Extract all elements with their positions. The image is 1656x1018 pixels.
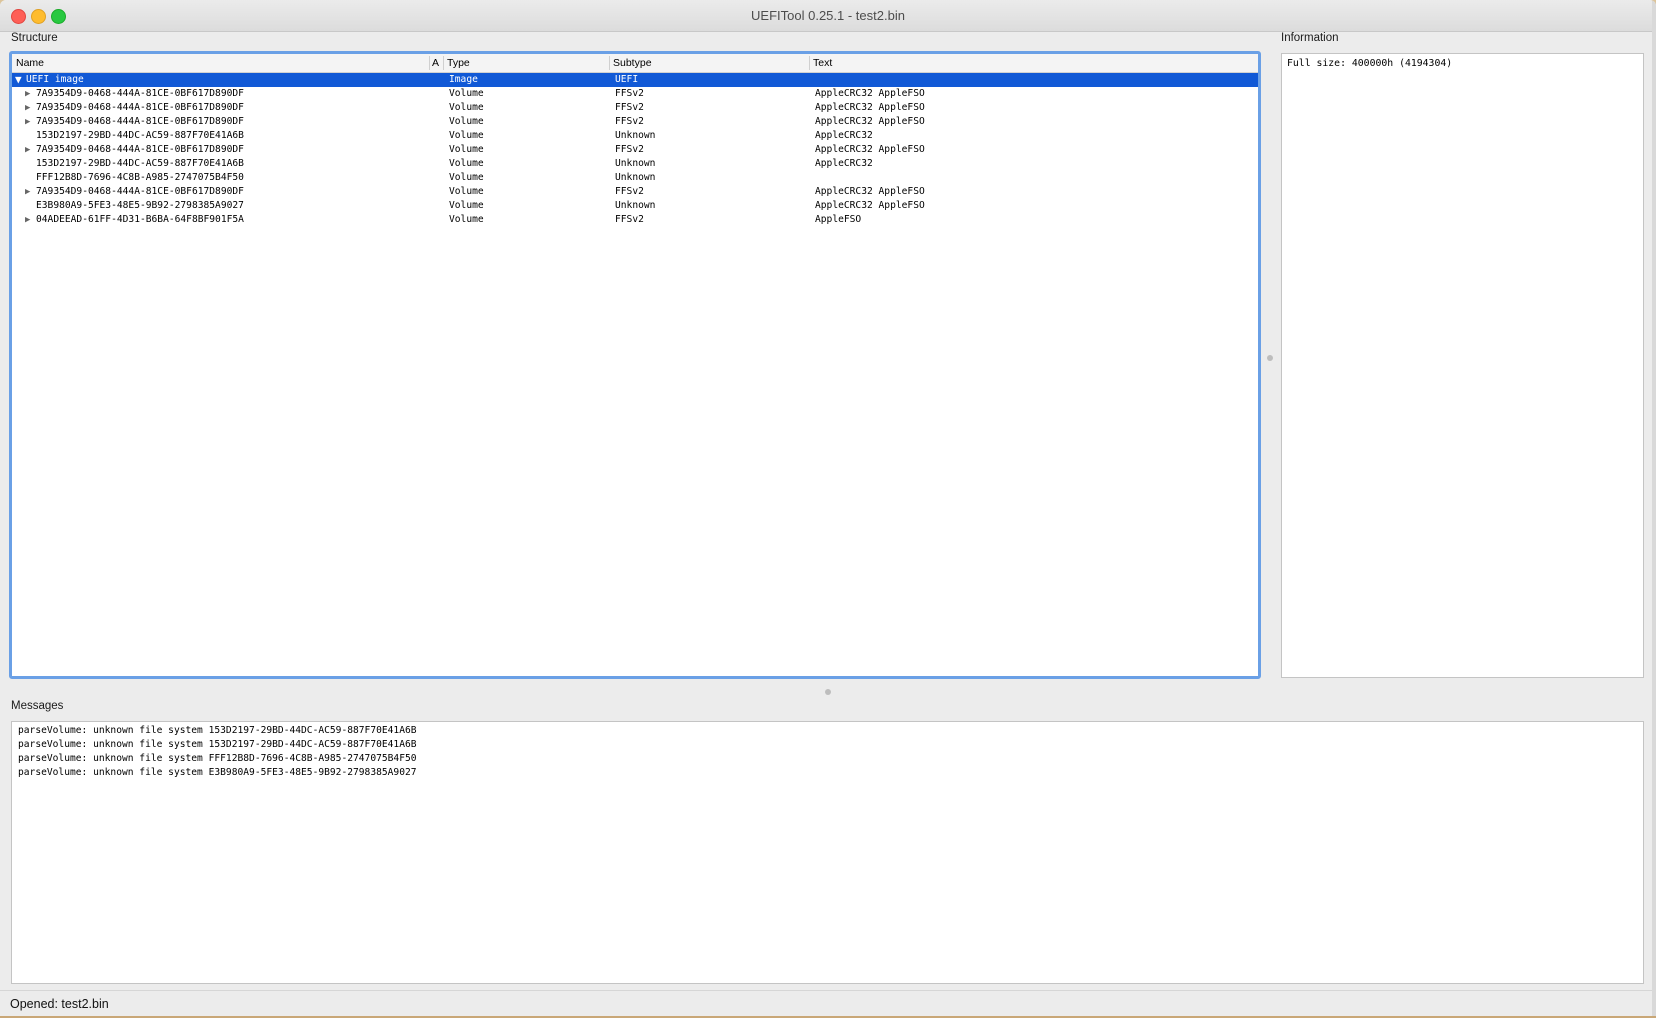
tree-row[interactable]: ▼ UEFI image Image UEFI xyxy=(12,73,1258,87)
expand-right-icon[interactable]: ▶ xyxy=(25,115,30,129)
row-name: 153D2197-29BD-44DC-AC59-887F70E41A6B xyxy=(36,158,244,169)
column-header-action[interactable]: A xyxy=(432,57,439,69)
tree-body: ▼ UEFI image Image UEFI ▶ 7A9354D9-0468-444A-… xyxy=(12,73,1258,676)
row-subtype: UEFI xyxy=(615,74,639,85)
row-text: AppleFSO xyxy=(815,214,862,225)
message-line[interactable]: parseVolume: unknown file system 153D219… xyxy=(18,739,417,750)
expand-right-icon[interactable]: ▶ xyxy=(25,87,30,101)
row-type: Volume xyxy=(449,116,484,127)
row-name: 7A9354D9-0468-444A-81CE-0BF617D890DF xyxy=(36,186,244,197)
tree-row[interactable]: ▶ 7A9354D9-0468-444A-81CE-0BF617D890DF Vol… xyxy=(12,143,1258,157)
column-header-type[interactable]: Type xyxy=(447,57,470,69)
row-text: AppleCRC32 AppleFSO xyxy=(815,116,925,127)
status-text: Opened: test2.bin xyxy=(10,997,109,1011)
row-text: AppleCRC32 AppleFSO xyxy=(815,144,925,155)
messages-label: Messages xyxy=(11,700,64,712)
row-text: AppleCRC32 AppleFSO xyxy=(815,200,925,211)
row-subtype: FFSv2 xyxy=(615,186,644,197)
row-name: E3B980A9-5FE3-48E5-9B92-2798385A9027 xyxy=(36,200,244,211)
information-label: Information xyxy=(1281,32,1339,44)
row-name: UEFI image xyxy=(26,74,84,85)
tree-row[interactable]: ▶ 7A9354D9-0468-444A-81CE-0BF617D890DF Vol… xyxy=(12,185,1258,199)
column-header-name[interactable]: Name xyxy=(16,57,44,69)
tree-row[interactable]: ▶ 04ADEEAD-61FF-4D31-B6BA-64F8BF901F5A Vol… xyxy=(12,213,1258,227)
tree-row[interactable]: 153D2197-29BD-44DC-AC59-887F70E41A6B Volu… xyxy=(12,157,1258,171)
row-text: AppleCRC32 AppleFSO xyxy=(815,88,925,99)
row-subtype: FFSv2 xyxy=(615,88,644,99)
status-bar: Opened: test2.bin xyxy=(0,990,1656,1016)
row-text: AppleCRC32 xyxy=(815,158,873,169)
column-header-text[interactable]: Text xyxy=(813,57,832,69)
expand-right-icon[interactable]: ▶ xyxy=(25,213,30,227)
structure-tree[interactable]: Name A Type Subtype Text ▼ UEFI image Imag… xyxy=(9,51,1261,679)
row-name: 7A9354D9-0468-444A-81CE-0BF617D890DF xyxy=(36,88,244,99)
column-header-subtype[interactable]: Subtype xyxy=(613,57,652,69)
row-subtype: Unknown xyxy=(615,130,656,141)
expand-right-icon[interactable]: ▶ xyxy=(25,101,30,115)
expand-right-icon[interactable]: ▶ xyxy=(25,143,30,157)
window-edge xyxy=(1652,0,1656,1016)
column-divider[interactable] xyxy=(429,56,430,70)
row-type: Volume xyxy=(449,102,484,113)
column-divider[interactable] xyxy=(443,56,444,70)
messages-panel[interactable]: parseVolume: unknown file system 153D219… xyxy=(11,721,1644,984)
row-subtype: Unknown xyxy=(615,200,656,211)
information-text: Full size: 400000h (4194304) xyxy=(1287,58,1453,69)
row-subtype: FFSv2 xyxy=(615,102,644,113)
row-subtype: FFSv2 xyxy=(615,214,644,225)
information-panel[interactable]: Full size: 400000h (4194304) xyxy=(1281,53,1644,678)
message-line[interactable]: parseVolume: unknown file system E3B980A… xyxy=(18,767,417,778)
row-text: AppleCRC32 AppleFSO xyxy=(815,186,925,197)
row-type: Volume xyxy=(449,88,484,99)
main-window: UEFITool 0.25.1 - test2.bin Structure Na… xyxy=(0,0,1656,1016)
message-line[interactable]: parseVolume: unknown file system FFF12B8… xyxy=(18,753,417,764)
tree-row[interactable]: ▶ 7A9354D9-0468-444A-81CE-0BF617D890DF Vol… xyxy=(12,115,1258,129)
tree-row[interactable]: ▶ 7A9354D9-0468-444A-81CE-0BF617D890DF Vol… xyxy=(12,101,1258,115)
row-name: 7A9354D9-0468-444A-81CE-0BF617D890DF xyxy=(36,144,244,155)
row-name: FFF12B8D-7696-4C8B-A985-2747075B4F50 xyxy=(36,172,244,183)
column-divider[interactable] xyxy=(809,56,810,70)
vertical-splitter-handle[interactable] xyxy=(1267,355,1273,361)
expand-right-icon[interactable]: ▶ xyxy=(25,185,30,199)
row-name: 7A9354D9-0468-444A-81CE-0BF617D890DF xyxy=(36,102,244,113)
tree-row[interactable]: E3B980A9-5FE3-48E5-9B92-2798385A9027 Volu… xyxy=(12,199,1258,213)
row-subtype: Unknown xyxy=(615,172,656,183)
row-subtype: FFSv2 xyxy=(615,144,644,155)
tree-row[interactable]: ▶ 7A9354D9-0468-444A-81CE-0BF617D890DF Vol… xyxy=(12,87,1258,101)
message-line[interactable]: parseVolume: unknown file system 153D219… xyxy=(18,725,417,736)
row-type: Image xyxy=(449,74,478,85)
window-title: UEFITool 0.25.1 - test2.bin xyxy=(751,8,905,23)
tree-row[interactable]: FFF12B8D-7696-4C8B-A985-2747075B4F50 Volu… xyxy=(12,171,1258,185)
row-name: 153D2197-29BD-44DC-AC59-887F70E41A6B xyxy=(36,130,244,141)
row-type: Volume xyxy=(449,172,484,183)
row-type: Volume xyxy=(449,130,484,141)
structure-label: Structure xyxy=(11,32,58,44)
tree-row[interactable]: 153D2197-29BD-44DC-AC59-887F70E41A6B Volu… xyxy=(12,129,1258,143)
row-type: Volume xyxy=(449,200,484,211)
row-type: Volume xyxy=(449,158,484,169)
row-type: Volume xyxy=(449,186,484,197)
tree-header: Name A Type Subtype Text xyxy=(12,54,1258,73)
horizontal-splitter-handle[interactable] xyxy=(825,689,831,695)
row-text: AppleCRC32 xyxy=(815,130,873,141)
row-name: 7A9354D9-0468-444A-81CE-0BF617D890DF xyxy=(36,116,244,127)
row-text: AppleCRC32 AppleFSO xyxy=(815,102,925,113)
row-name: 04ADEEAD-61FF-4D31-B6BA-64F8BF901F5A xyxy=(36,214,244,225)
expand-down-icon[interactable]: ▼ xyxy=(15,73,22,87)
title-bar[interactable]: UEFITool 0.25.1 - test2.bin xyxy=(0,0,1656,32)
row-type: Volume xyxy=(449,144,484,155)
column-divider[interactable] xyxy=(609,56,610,70)
row-type: Volume xyxy=(449,214,484,225)
row-subtype: FFSv2 xyxy=(615,116,644,127)
row-subtype: Unknown xyxy=(615,158,656,169)
